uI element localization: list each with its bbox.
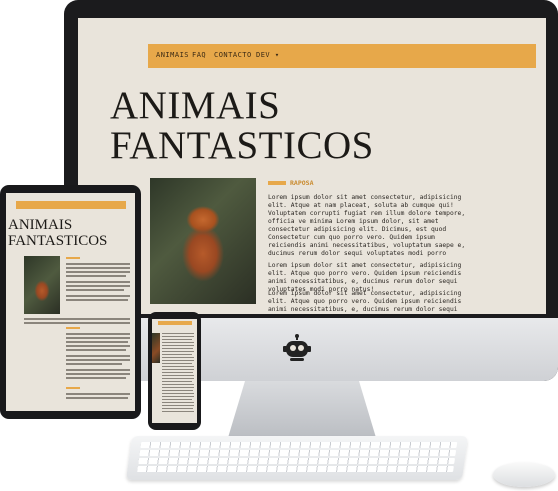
desktop-screen: ANIMAIS FAQ CONTACTO DEV ▾ ANIMAIS FANTA…	[78, 18, 546, 314]
mouse	[493, 462, 555, 487]
nav-item-dev[interactable]: DEV ▾	[256, 51, 280, 59]
tablet-page-title: ANIMAIS FANTASTICOS	[8, 217, 108, 249]
tablet-fox-photo	[24, 256, 60, 314]
nav-item-animais[interactable]: ANIMAIS	[156, 51, 189, 59]
section-accent-bar	[268, 181, 286, 185]
phone-fox-photo	[152, 333, 160, 363]
paragraph-1: Lorem ipsum dolor sit amet consectetur, …	[268, 194, 466, 257]
nav-item-contacto[interactable]: CONTACTO	[214, 51, 252, 59]
robot-head-icon	[282, 333, 312, 363]
phone-nav-bar	[158, 321, 192, 325]
section-heading: RAPOSA	[290, 179, 314, 187]
tablet-screen: ANIMAIS FANTASTICOS	[6, 193, 135, 411]
phone-screen	[152, 319, 197, 423]
chevron-down-icon: ▾	[274, 51, 280, 59]
tablet-section-bar	[66, 257, 80, 259]
paragraph-3: Lorem ipsum dolor sit amet consectetur, …	[268, 290, 462, 313]
tablet-nav-bar	[16, 201, 126, 209]
desktop-stand	[227, 381, 377, 441]
desktop-nav-bar: ANIMAIS FAQ CONTACTO DEV ▾	[148, 44, 536, 68]
fox-photo	[150, 178, 256, 304]
keyboard	[125, 436, 469, 480]
nav-item-faq[interactable]: FAQ	[192, 51, 206, 59]
page-title: ANIMAIS FANTASTICOS	[110, 84, 374, 167]
